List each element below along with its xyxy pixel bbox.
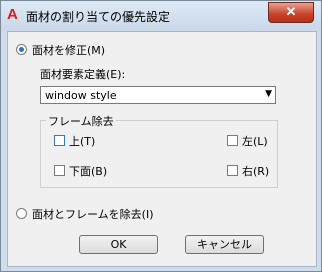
top-checkbox[interactable]	[54, 135, 65, 146]
remove-infill-frame-radio[interactable]	[16, 208, 27, 219]
ok-button[interactable]: OK	[79, 235, 158, 254]
modify-infill-label: 面材を修正(M)	[32, 44, 106, 57]
frame-remove-title: フレーム除去	[46, 113, 116, 129]
bottom-checkbox[interactable]	[54, 165, 65, 176]
definition-label: 面材要素定義(E):	[40, 68, 126, 81]
autocad-app-icon: A	[7, 6, 18, 23]
title-bar[interactable]: A 面材の割り当ての優先設定 ✕	[1, 1, 321, 31]
close-button[interactable]: ✕	[268, 2, 314, 23]
definition-dropdown[interactable]: window style ▼	[40, 86, 276, 104]
right-label: 右(R)	[242, 165, 270, 178]
left-label: 左(L)	[242, 135, 268, 148]
dialog-body: 面材を修正(M) 面材要素定義(E): window style ▼ フレーム除…	[7, 31, 317, 267]
left-checkbox[interactable]	[227, 135, 238, 146]
bottom-label: 下面(B)	[69, 165, 108, 178]
definition-value: window style	[45, 89, 117, 102]
right-checkbox[interactable]	[227, 165, 238, 176]
top-label: 上(T)	[69, 135, 96, 148]
cancel-button[interactable]: キャンセル	[185, 235, 264, 254]
modify-infill-radio[interactable]	[16, 44, 27, 55]
chevron-down-icon[interactable]: ▼	[265, 89, 272, 99]
remove-infill-frame-label: 面材とフレームを除去(I)	[32, 208, 154, 221]
dialog-window: A 面材の割り当ての優先設定 ✕ 面材を修正(M) 面材要素定義(E): win…	[0, 0, 322, 272]
dialog-title: 面材の割り当ての優先設定	[26, 10, 171, 24]
